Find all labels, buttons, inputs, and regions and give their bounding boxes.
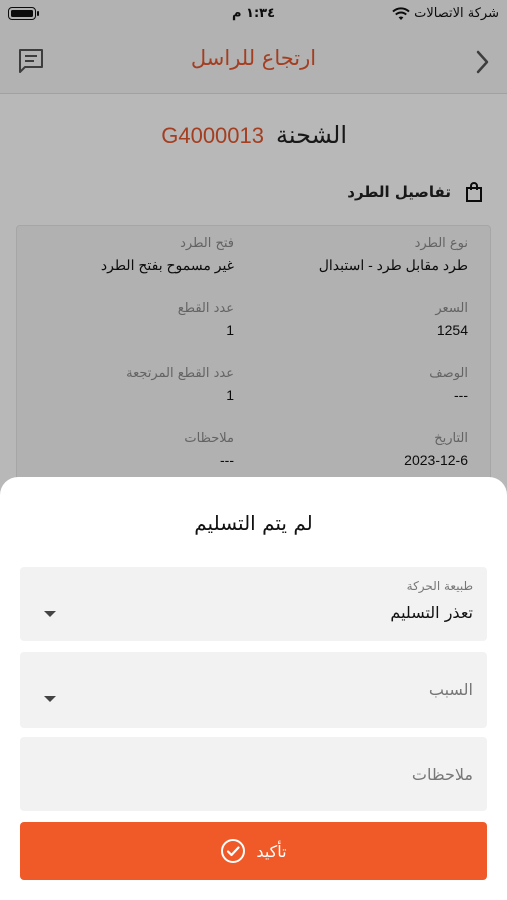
confirm-label: تأكيد xyxy=(256,841,287,861)
movement-type-value: تعذر التسليم xyxy=(390,603,473,622)
notes-placeholder: ملاحظات xyxy=(411,765,473,784)
check-circle-icon xyxy=(221,839,246,863)
movement-type-select[interactable]: طبيعة الحركة تعذر التسليم xyxy=(20,567,487,641)
not-delivered-sheet: لم يتم التسليم طبيعة الحركة تعذر التسليم… xyxy=(0,477,507,900)
caret-down-icon xyxy=(44,696,56,702)
sheet-title: لم يتم التسليم xyxy=(194,511,313,535)
movement-type-label: طبيعة الحركة xyxy=(406,579,473,593)
reason-select[interactable]: السبب xyxy=(20,652,487,728)
reason-placeholder: السبب xyxy=(428,680,473,699)
notes-input[interactable]: ملاحظات xyxy=(20,737,487,811)
confirm-button[interactable]: تأكيد xyxy=(20,822,487,880)
caret-down-icon xyxy=(44,611,56,617)
